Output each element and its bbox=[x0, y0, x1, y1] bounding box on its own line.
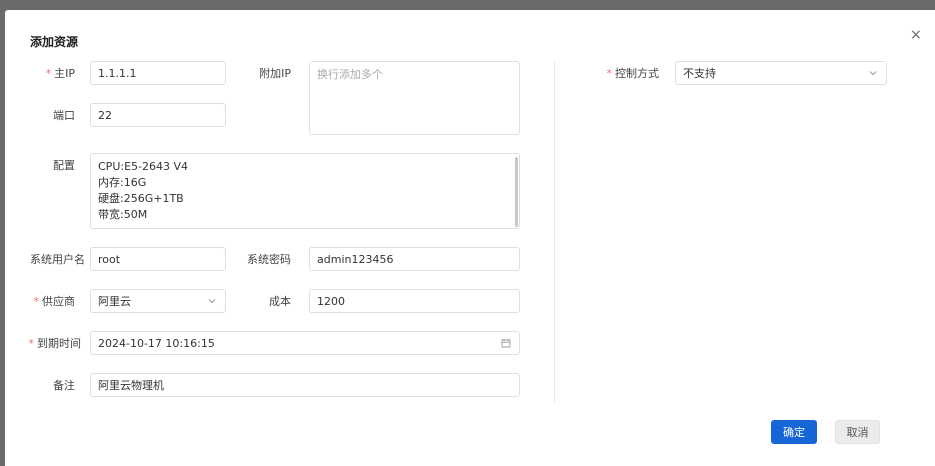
config-line: 带宽:50M bbox=[98, 208, 148, 221]
cost-label: 成本 bbox=[269, 295, 291, 308]
port-label: 端口 bbox=[53, 109, 75, 122]
close-icon[interactable]: × bbox=[910, 27, 922, 43]
cancel-button[interactable]: 取消 bbox=[835, 420, 880, 444]
config-line: 内存:16G bbox=[98, 176, 147, 189]
calendar-icon bbox=[501, 339, 511, 348]
main-ip-label: * 主IP bbox=[45, 67, 75, 80]
sys-password-label: 系统密码 bbox=[247, 253, 291, 266]
extra-ip-label: 附加IP bbox=[259, 67, 291, 80]
chevron-down-icon bbox=[869, 71, 877, 76]
control-mode-label: * 控制方式 bbox=[606, 67, 660, 80]
expire-time-label: * 到期时间 bbox=[28, 337, 82, 350]
config-textarea[interactable]: CPU:E5-2643 V4 内存:16G 硬盘:256G+1TB 带宽:50M bbox=[90, 153, 520, 229]
control-mode-select[interactable]: 不支持 bbox=[675, 61, 887, 85]
supplier-select[interactable]: 阿里云 bbox=[90, 289, 226, 313]
supplier-label: * 供应商 bbox=[33, 295, 76, 308]
config-line: CPU:E5-2643 V4 bbox=[98, 160, 189, 173]
config-label: 配置 bbox=[53, 159, 75, 172]
main-ip-input[interactable]: 1.1.1.1 bbox=[90, 61, 226, 85]
confirm-button[interactable]: 确定 bbox=[771, 420, 817, 444]
chevron-down-icon bbox=[208, 299, 216, 304]
config-line: 硬盘:256G+1TB bbox=[98, 192, 184, 205]
sys-user-label: 系统用户名 bbox=[30, 253, 85, 266]
config-scrollbar[interactable] bbox=[515, 157, 518, 227]
sys-user-input[interactable]: root bbox=[90, 247, 226, 271]
expire-time-picker[interactable]: 2024-10-17 10:16:15 bbox=[90, 331, 520, 355]
dialog-title: 添加资源 bbox=[30, 35, 79, 49]
remark-input[interactable]: 阿里云物理机 bbox=[90, 373, 520, 397]
cost-input[interactable]: 1200 bbox=[309, 289, 520, 313]
column-divider bbox=[554, 62, 555, 402]
remark-label: 备注 bbox=[53, 379, 75, 392]
port-input[interactable]: 22 bbox=[90, 103, 226, 127]
extra-ip-textarea[interactable]: 换行添加多个 bbox=[309, 61, 520, 135]
add-resource-dialog: 添加资源 × * 主IP 1.1.1.1 附加IP 换行添加多个 端口 22 配置… bbox=[5, 10, 935, 466]
sys-password-input[interactable]: admin123456 bbox=[309, 247, 520, 271]
